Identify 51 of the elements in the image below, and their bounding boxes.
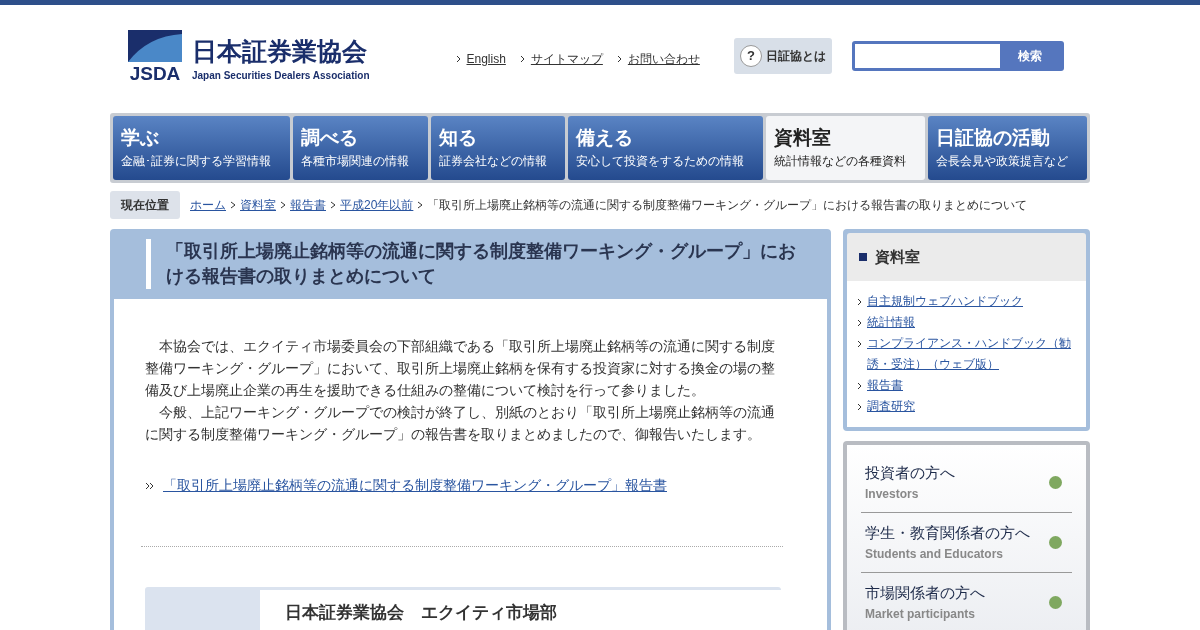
question-icon: ? [739,45,762,67]
audience-link[interactable]: 投資者の方へ Investors [861,453,1072,513]
chevron-icon [857,382,862,390]
nav-tab[interactable]: 知る 証券会社などの情報 [430,116,566,180]
nav-tab[interactable]: 日証協の活動 会長会見や政策提言など [928,116,1087,180]
sidebar-link[interactable]: 統計情報 [867,312,915,333]
logo-abbreviation: JSDA [129,63,181,83]
chevron-icon [280,201,286,209]
breadcrumb-link[interactable]: 平成20年以前 [340,196,414,214]
chevron-icon [616,55,622,63]
sidebar-link[interactable]: コンプライアンス・ハンドブック（勧誘・受注）（ウェブ版） [867,333,1076,375]
breadcrumb-current: 「取引所上場廃止銘柄等の流通に関する制度整備ワーキング・グループ」における報告書の取りまとめについて [427,197,1028,214]
chevron-icon [330,201,336,209]
double-chevron-icon [145,481,155,490]
about-button[interactable]: ? 日証協とは [733,38,832,74]
breadcrumb-link[interactable]: 報告書 [290,196,326,214]
breadcrumb-link[interactable]: 資料室 [240,196,276,214]
chevron-icon [857,319,862,327]
sidebar-link[interactable]: 調査研究 [867,396,915,417]
breadcrumb-label: 現在位置 [110,191,180,219]
article-paragraph: 本協会では、エクイティ市場委員会の下部組織である「取引所上場廃止銘柄等の流通に関する制度整備ワーキング・グループ」において、取引所上場廃止銘柄を保有する投資家に対する換金の場の整備及び上場廃止企業の再生を援助できる仕組みの整備について検討を行って参りました。 [145,337,776,400]
audience-link[interactable]: 市場関係者の方へ Market participants [861,573,1072,630]
sidebar-link[interactable]: 報告書 [867,375,903,396]
search-button[interactable]: 検索 [999,44,1061,68]
article-paragraph: 今般、上記ワーキング・グループでの検討が終了し、別紙のとおり「取引所上場廃止銘柄等の流通に関する制度整備ワーキング・グループ」の報告書を取りまとめましたので、御報告いたします。 [145,403,776,444]
nav-tab[interactable]: 備える 安心して投資をするための情報 [568,116,764,180]
search-field[interactable] [854,44,1000,68]
logo-name: 日本証券業協会 [192,38,368,64]
header-link[interactable]: お問い合わせ [627,50,700,68]
sidebar-link[interactable]: 自主規制ウェブハンドブック [867,291,1023,312]
chevron-icon [519,55,525,63]
logo-subtitle: Japan Securities Dealers Association [192,68,370,83]
chevron-icon [857,340,862,348]
article-title: 「取引所上場廃止銘柄等の流通に関する制度整備ワーキング・グループ」における報告書の取りまとめについて [166,240,797,288]
header-link[interactable]: English [466,50,506,68]
document-link[interactable]: 「取引所上場廃止銘柄等の流通に関する制度整備ワーキング・グループ」報告書 [163,475,667,496]
square-icon [859,253,867,261]
nav-tab[interactable]: 調べる 各種市場関連の情報 [292,116,428,180]
nav-tab[interactable]: 資料室 統計情報などの各種資料 [766,116,926,180]
contact-title: 日本証券業協会 エクイティ市場部 [285,603,557,622]
chevron-icon [455,55,461,63]
nav-tab[interactable]: 学ぶ 金融･証券に関する学習情報 [113,116,290,180]
chevron-icon [857,403,862,411]
logo-mark-icon [128,29,182,62]
breadcrumb-link[interactable]: ホーム [190,196,226,214]
chevron-icon [230,201,236,209]
chevron-icon [857,298,862,306]
chevron-icon [417,201,424,209]
audience-link[interactable]: 学生・教育関係者の方へ Students and Educators [861,513,1072,573]
header-link[interactable]: サイトマップ [530,50,603,68]
sidebar-title: 資料室 [875,246,920,267]
